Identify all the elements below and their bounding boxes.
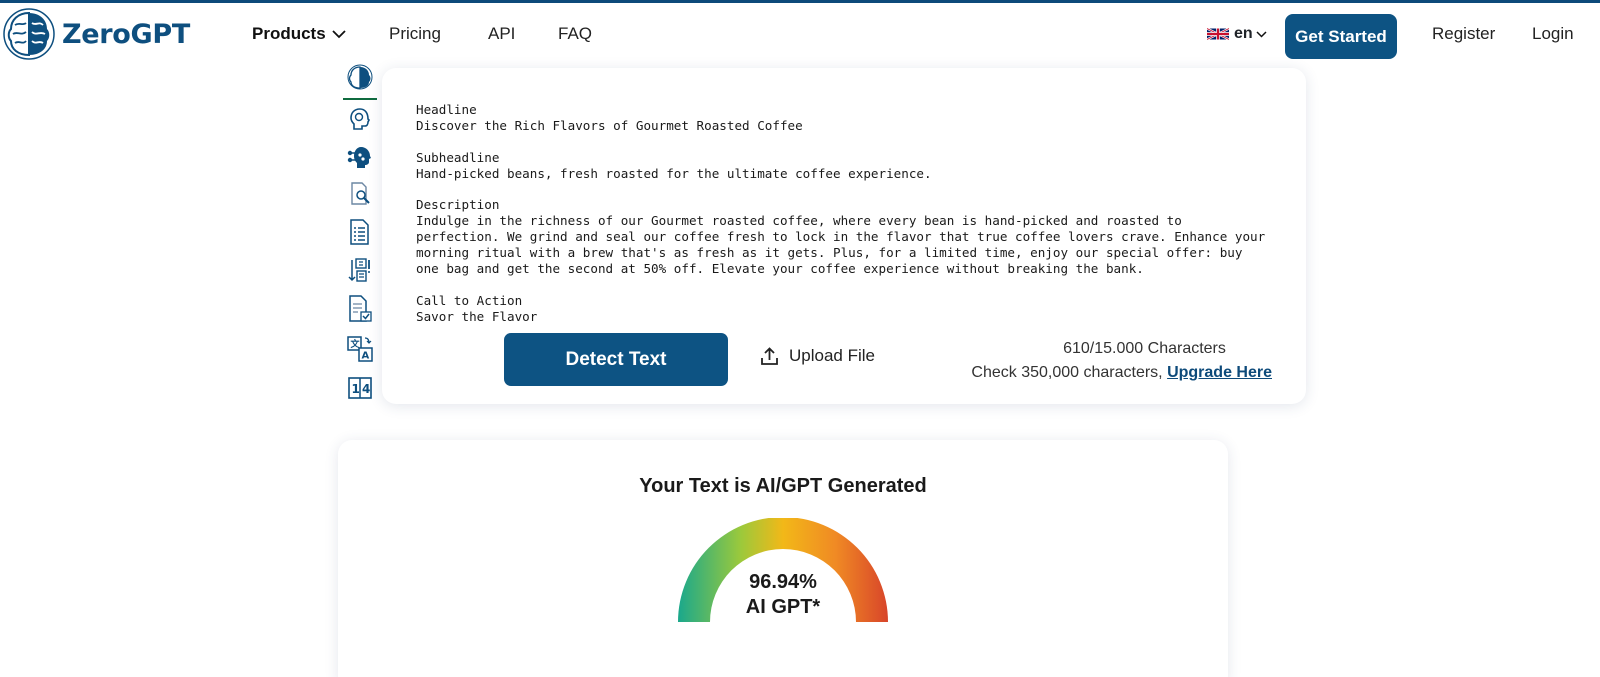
document-check-icon[interactable] <box>347 295 373 322</box>
language-label: en <box>1234 25 1253 42</box>
character-info: 610/15.000 Characters Check 350,000 char… <box>962 337 1272 385</box>
document-list-icon[interactable] <box>347 219 373 245</box>
nav-api[interactable]: API <box>488 3 515 65</box>
word-counter-icon[interactable]: 14 <box>347 375 373 401</box>
ai-network-head-icon[interactable] <box>347 144 373 170</box>
logo[interactable]: ZeroGPT <box>2 7 190 61</box>
upload-file-button[interactable]: Upload File <box>760 346 875 366</box>
brain-logo-icon[interactable] <box>347 64 373 90</box>
header: ZeroGPT Products Pricing API FAQ en Get … <box>0 3 1600 65</box>
nav-products-label: Products <box>252 24 326 43</box>
document-search-icon[interactable] <box>347 181 373 207</box>
chevron-down-icon <box>1256 30 1267 38</box>
uk-flag-icon <box>1207 27 1229 41</box>
upload-file-label: Upload File <box>789 346 875 365</box>
login-link[interactable]: Login <box>1532 3 1574 65</box>
active-tool-indicator <box>343 98 377 100</box>
logo-text: ZeroGPT <box>62 18 191 50</box>
register-link[interactable]: Register <box>1432 3 1495 65</box>
result-title: Your Text is AI/GPT Generated <box>639 475 927 497</box>
language-selector[interactable]: en <box>1207 3 1267 65</box>
upgrade-link[interactable]: Upgrade Here <box>1167 364 1272 381</box>
character-count: 610/15.000 Characters <box>1063 340 1226 357</box>
nav-products[interactable]: Products <box>252 3 346 65</box>
nav-pricing[interactable]: Pricing <box>389 3 441 65</box>
check-characters-text: Check 350,000 characters, <box>971 364 1163 381</box>
ai-head-icon[interactable] <box>347 106 373 132</box>
brain-logo-icon <box>3 8 55 60</box>
svg-text:1: 1 <box>352 382 360 396</box>
upgrade-line: Check 350,000 characters, Upgrade Here <box>962 361 1272 385</box>
svg-text:4: 4 <box>362 382 370 396</box>
sort-numbers-icon[interactable] <box>347 257 373 283</box>
chevron-down-icon <box>332 29 346 38</box>
svg-text:A: A <box>362 351 370 362</box>
translate-icon[interactable]: 文A <box>347 336 373 362</box>
detect-text-button[interactable]: Detect Text <box>504 333 728 386</box>
result-card: Your Text is AI/GPT Generated 96.94% AI … <box>338 440 1228 677</box>
upload-icon <box>761 346 778 365</box>
ai-label: AI GPT* <box>745 596 821 618</box>
text-input-area[interactable]: Headline Discover the Rich Flavors of Go… <box>416 102 1286 325</box>
ai-percentage: 96.94% <box>749 571 817 593</box>
tool-sidebar: 文A 14 <box>343 60 377 405</box>
text-input-card: Headline Discover the Rich Flavors of Go… <box>382 68 1306 404</box>
gauge-readout: 96.94% AI GPT* <box>338 570 1228 620</box>
nav-faq[interactable]: FAQ <box>558 3 592 65</box>
get-started-button[interactable]: Get Started <box>1285 14 1397 59</box>
